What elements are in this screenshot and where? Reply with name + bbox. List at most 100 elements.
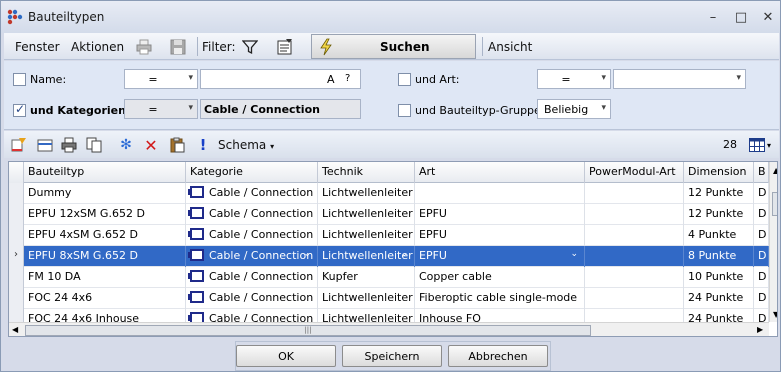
- cell-dimension[interactable]: 12 Punkte: [684, 204, 754, 225]
- gruppen-select[interactable]: Beliebig ▾: [537, 99, 611, 119]
- cell-art[interactable]: Fiberoptic cable single-mode: [415, 288, 585, 309]
- table-row[interactable]: EPFU 12xSM G.652 D Cable / Connection Lich…: [9, 204, 769, 225]
- vertical-scrollbar[interactable]: ▲ ▼: [769, 162, 777, 322]
- cell-power[interactable]: [585, 183, 684, 204]
- cell-b[interactable]: D: [754, 246, 769, 267]
- horizontal-scroll-thumb[interactable]: |||: [25, 325, 591, 336]
- case-sensitive-icon[interactable]: A: [327, 73, 335, 86]
- col-header-dimension[interactable]: Dimension: [684, 162, 754, 183]
- cell-technik[interactable]: Lichtwellenleiter: [318, 183, 415, 204]
- close-button[interactable]: ✕: [759, 8, 777, 26]
- chevron-down-icon[interactable]: ⌄: [400, 249, 408, 259]
- cell-bauteiltyp[interactable]: EPFU 4xSM G.652 D: [24, 225, 186, 246]
- cell-power[interactable]: [585, 225, 684, 246]
- cell-technik[interactable]: Lichtwellenleiter ⌄: [318, 246, 415, 267]
- help-icon[interactable]: ?: [345, 73, 350, 84]
- art-operator-select[interactable]: = ▾: [537, 69, 611, 89]
- cell-art[interactable]: EPFU: [415, 225, 585, 246]
- edit-filter-icon[interactable]: [10, 136, 28, 154]
- cell-b[interactable]: D: [754, 288, 769, 309]
- cell-art[interactable]: EPFU ⌄: [415, 246, 585, 267]
- row-indicator[interactable]: [9, 183, 24, 204]
- cell-b[interactable]: D: [754, 225, 769, 246]
- menu-aktionen[interactable]: Aktionen: [71, 40, 124, 54]
- cell-dimension[interactable]: 12 Punkte: [684, 183, 754, 204]
- table-row[interactable]: FM 10 DA Cable / Connection Kupfer Copper c…: [9, 267, 769, 288]
- kategorien-checkbox[interactable]: [13, 102, 26, 117]
- schema-dropdown[interactable]: Schema ▾: [218, 138, 274, 152]
- print-icon[interactable]: [135, 38, 153, 56]
- menu-fenster[interactable]: Fenster: [15, 40, 60, 54]
- maximize-button[interactable]: □: [732, 8, 750, 26]
- cell-b[interactable]: D: [754, 204, 769, 225]
- table-row[interactable]: FOC 24 4x6 Cable / Connection Lichtwellenl…: [9, 288, 769, 309]
- cell-kategorie[interactable]: Cable / Connection: [186, 225, 318, 246]
- menu-ansicht[interactable]: Ansicht: [488, 40, 532, 54]
- cell-art[interactable]: Copper cable: [415, 267, 585, 288]
- cell-power[interactable]: [585, 246, 684, 267]
- cell-kategorie[interactable]: Cable / Connection: [186, 183, 318, 204]
- cell-bauteiltyp[interactable]: EPFU 12xSM G.652 D: [24, 204, 186, 225]
- title-bar[interactable]: Bauteiltypen – □ ✕: [1, 1, 780, 33]
- scroll-right-icon[interactable]: ▶: [757, 325, 763, 334]
- table-row[interactable]: EPFU 4xSM G.652 D Cable / Connection Licht…: [9, 225, 769, 246]
- name-input[interactable]: A ?: [200, 69, 361, 89]
- cell-dimension[interactable]: 10 Punkte: [684, 267, 754, 288]
- art-value-select[interactable]: ▾: [613, 69, 746, 89]
- cell-technik[interactable]: Lichtwellenleiter: [318, 225, 415, 246]
- abbrechen-button[interactable]: Abbrechen: [448, 345, 548, 367]
- art-checkbox[interactable]: [398, 73, 411, 86]
- cell-power[interactable]: [585, 267, 684, 288]
- cell-dimension[interactable]: 24 Punkte: [684, 288, 754, 309]
- col-header-kategorie[interactable]: Kategorie: [186, 162, 318, 183]
- column-chooser-icon[interactable]: ▾: [745, 136, 775, 154]
- cell-dimension[interactable]: 8 Punkte: [684, 246, 754, 267]
- cell-power[interactable]: [585, 288, 684, 309]
- name-checkbox[interactable]: [13, 73, 26, 86]
- table-row[interactable]: › EPFU 8xSM G.652 D Cable / Connection ⌄ Lic…: [9, 246, 769, 267]
- row-indicator[interactable]: [9, 288, 24, 309]
- kategorien-operator-select[interactable]: = ▾: [124, 99, 198, 119]
- row-indicator[interactable]: ›: [9, 246, 24, 267]
- cell-bauteiltyp[interactable]: Dummy: [24, 183, 186, 204]
- exclamation-icon[interactable]: !: [194, 136, 212, 154]
- filter-icon[interactable]: [241, 38, 259, 56]
- kategorien-value-field[interactable]: Cable / Connection: [200, 99, 361, 119]
- scroll-left-icon[interactable]: ◀: [12, 325, 18, 334]
- cell-bauteiltyp[interactable]: FM 10 DA: [24, 267, 186, 288]
- cell-art[interactable]: [415, 183, 585, 204]
- row-indicator[interactable]: [9, 267, 24, 288]
- row-indicator[interactable]: [9, 225, 24, 246]
- cell-b[interactable]: D: [754, 267, 769, 288]
- new-row-icon[interactable]: [36, 136, 54, 154]
- copy-icon[interactable]: [85, 136, 103, 154]
- cell-art[interactable]: EPFU: [415, 204, 585, 225]
- cell-bauteiltyp[interactable]: FOC 24 4x6: [24, 288, 186, 309]
- save-icon[interactable]: [169, 38, 187, 56]
- name-operator-select[interactable]: = ▾: [124, 69, 198, 89]
- chevron-down-icon[interactable]: ⌄: [303, 249, 311, 259]
- cell-bauteiltyp[interactable]: EPFU 8xSM G.652 D: [24, 246, 186, 267]
- col-header-b[interactable]: B: [754, 162, 769, 183]
- speichern-button[interactable]: Speichern: [342, 345, 442, 367]
- scroll-down-icon[interactable]: ▼: [773, 310, 777, 319]
- suchen-button[interactable]: Suchen: [311, 34, 476, 59]
- cell-technik[interactable]: Lichtwellenleiter: [318, 288, 415, 309]
- cell-technik[interactable]: Lichtwellenleiter: [318, 204, 415, 225]
- cell-kategorie[interactable]: Cable / Connection ⌄: [186, 246, 318, 267]
- row-indicator[interactable]: [9, 204, 24, 225]
- cell-power[interactable]: [585, 204, 684, 225]
- cell-b[interactable]: D: [754, 183, 769, 204]
- col-header-powermodul-art[interactable]: PowerModul-Art: [585, 162, 684, 183]
- vertical-scroll-thumb[interactable]: [772, 192, 777, 216]
- ok-button[interactable]: OK: [236, 345, 336, 367]
- filter-properties-icon[interactable]: [276, 38, 294, 56]
- col-header-art[interactable]: Art: [415, 162, 585, 183]
- cell-technik[interactable]: Kupfer: [318, 267, 415, 288]
- gruppen-checkbox[interactable]: [398, 104, 411, 117]
- snowflake-icon[interactable]: ✻: [117, 136, 135, 154]
- print-grid-icon[interactable]: [60, 136, 78, 154]
- table-row[interactable]: Dummy Cable / Connection Lichtwellenleiter…: [9, 183, 769, 204]
- scroll-up-icon[interactable]: ▲: [773, 166, 777, 175]
- horizontal-scrollbar[interactable]: ◀ ||| ▶: [9, 322, 769, 336]
